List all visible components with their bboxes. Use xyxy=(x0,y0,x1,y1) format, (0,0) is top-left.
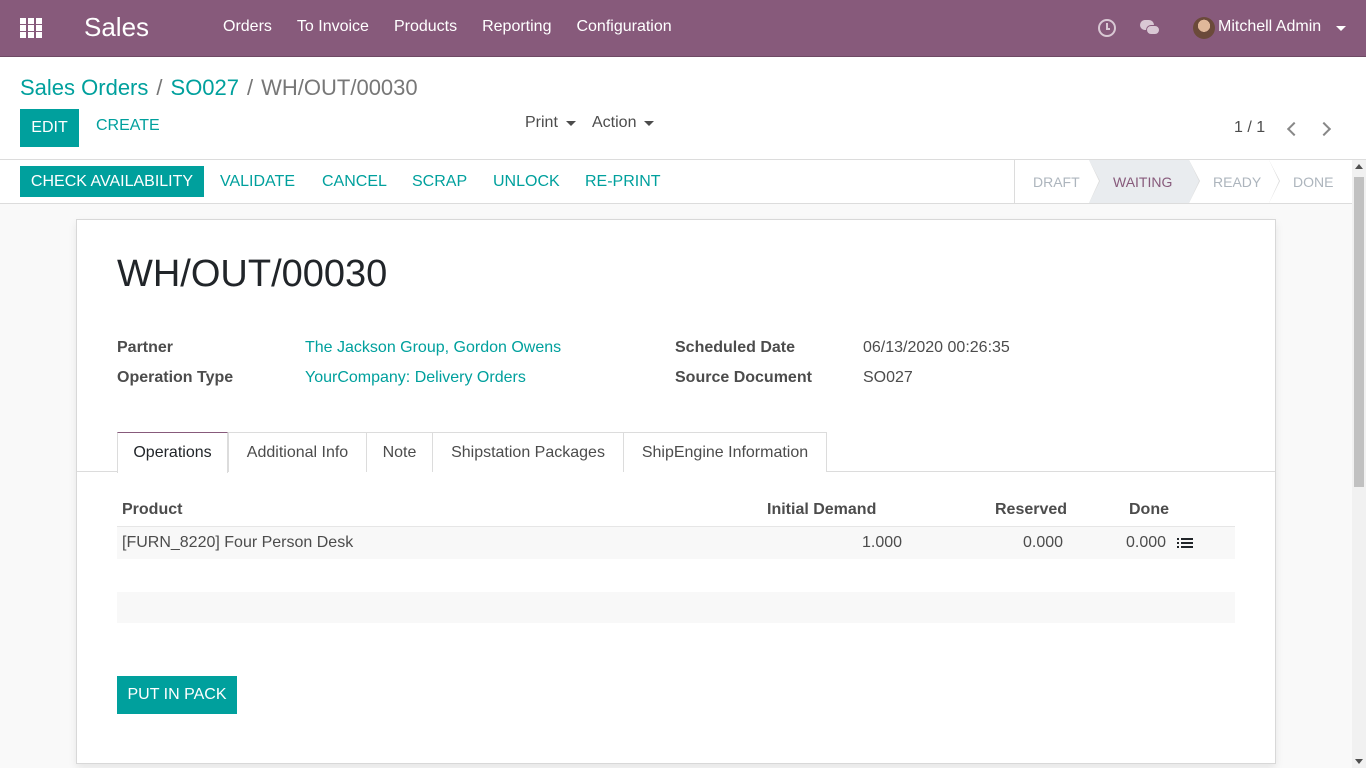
action-dropdown[interactable]: Action xyxy=(592,114,655,132)
column-reserved[interactable]: Reserved xyxy=(995,501,1067,519)
user-caret-down-icon[interactable] xyxy=(1336,26,1346,31)
table-row[interactable]: [FURN_8220] Four Person Desk 1.000 0.000… xyxy=(117,526,1235,559)
edit-button[interactable]: EDIT xyxy=(20,109,79,147)
app-title: Sales xyxy=(84,12,150,42)
check-availability-button[interactable]: CHECK AVAILABILITY xyxy=(20,166,204,197)
stage-waiting: WAITING xyxy=(1089,160,1200,203)
scheduled-date-label: Scheduled Date xyxy=(675,339,796,356)
operation-type-label: Operation Type xyxy=(117,369,234,386)
print-dropdown[interactable]: Print xyxy=(525,114,576,132)
stage-pipeline: DRAFT WAITING READY DONE xyxy=(1014,160,1353,203)
empty-table-row xyxy=(117,592,1235,623)
validate-button[interactable]: VALIDATE xyxy=(220,173,295,191)
user-avatar[interactable] xyxy=(1193,17,1215,39)
user-menu[interactable]: Mitchell Admin xyxy=(1218,18,1321,36)
scheduled-date-value: 06/13/2020 00:26:35 xyxy=(863,339,1010,356)
menu-configuration[interactable]: Configuration xyxy=(576,18,671,36)
menu-products[interactable]: Products xyxy=(394,18,457,36)
cell-reserved: 0.000 xyxy=(1023,534,1064,551)
scrap-button[interactable]: SCRAP xyxy=(412,173,467,191)
scroll-down-arrow-icon[interactable] xyxy=(1355,759,1363,764)
pager-next-chevron-icon[interactable] xyxy=(1316,119,1336,139)
activity-clock-icon[interactable] xyxy=(1098,19,1116,37)
apps-grid-icon[interactable] xyxy=(20,18,42,38)
breadcrumb-separator: / xyxy=(156,75,163,100)
print-label: Print xyxy=(525,114,558,131)
unlock-button[interactable]: UNLOCK xyxy=(493,173,560,191)
top-navbar: Sales Orders To Invoice Products Reporti… xyxy=(0,0,1366,57)
source-document-value: SO027 xyxy=(863,369,913,386)
menu-orders[interactable]: Orders xyxy=(223,18,272,36)
pager-value[interactable]: 1 / 1 xyxy=(1234,119,1265,137)
caret-down-icon xyxy=(644,120,655,126)
stage-draft: DRAFT xyxy=(1015,160,1100,203)
breadcrumb-sales-orders[interactable]: Sales Orders xyxy=(20,75,148,101)
breadcrumb-separator: / xyxy=(247,75,254,100)
column-initial-demand[interactable]: Initial Demand xyxy=(767,501,876,519)
cell-product: [FURN_8220] Four Person Desk xyxy=(122,534,354,551)
control-panel: Sales Orders / SO027 / WH/OUT/00030 EDIT… xyxy=(0,57,1366,160)
scrollbar-thumb[interactable] xyxy=(1354,177,1364,487)
tab-shipengine-information[interactable]: ShipEngine Information xyxy=(623,432,827,472)
source-document-label: Source Document xyxy=(675,369,812,386)
notebook-tabs: Operations Additional Info Note Shipstat… xyxy=(77,432,1275,473)
tab-note[interactable]: Note xyxy=(366,432,433,472)
cell-done: 0.000 xyxy=(1126,534,1167,551)
statusbar: CHECK AVAILABILITY VALIDATE CANCEL SCRAP… xyxy=(0,160,1366,204)
breadcrumb-so027[interactable]: SO027 xyxy=(171,75,240,101)
caret-down-icon xyxy=(565,120,576,126)
main-menu: Orders To Invoice Products Reporting Con… xyxy=(223,18,672,36)
stage-ready: READY xyxy=(1189,160,1280,203)
breadcrumb-current: WH/OUT/00030 xyxy=(261,75,418,100)
column-product[interactable]: Product xyxy=(122,501,182,519)
tab-shipstation-packages[interactable]: Shipstation Packages xyxy=(432,432,624,472)
detailed-operations-list-icon[interactable] xyxy=(1177,538,1193,550)
menu-reporting[interactable]: Reporting xyxy=(482,18,551,36)
column-done[interactable]: Done xyxy=(1129,501,1169,519)
re-print-button[interactable]: RE-PRINT xyxy=(585,173,661,191)
pager-previous-chevron-icon[interactable] xyxy=(1282,119,1302,139)
tab-additional-info[interactable]: Additional Info xyxy=(228,432,367,472)
partner-link[interactable]: The Jackson Group, Gordon Owens xyxy=(305,339,561,357)
stage-done: DONE xyxy=(1293,173,1334,190)
form-sheet: WH/OUT/00030 Partner The Jackson Group, … xyxy=(76,219,1276,764)
scroll-up-arrow-icon[interactable] xyxy=(1355,164,1363,169)
cell-initial-demand: 1.000 xyxy=(862,534,903,551)
breadcrumb: Sales Orders / SO027 / WH/OUT/00030 xyxy=(20,75,418,101)
record-title: WH/OUT/00030 xyxy=(117,253,388,295)
messages-chat-icon[interactable] xyxy=(1140,20,1160,36)
operation-type-link[interactable]: YourCompany: Delivery Orders xyxy=(305,369,526,387)
cancel-button[interactable]: CANCEL xyxy=(322,173,387,191)
action-label: Action xyxy=(592,114,637,131)
create-button[interactable]: CREATE xyxy=(96,117,160,135)
partner-label: Partner xyxy=(117,339,174,356)
tab-operations[interactable]: Operations xyxy=(117,432,228,473)
menu-to-invoice[interactable]: To Invoice xyxy=(297,18,369,36)
put-in-pack-button[interactable]: PUT IN PACK xyxy=(117,676,237,714)
